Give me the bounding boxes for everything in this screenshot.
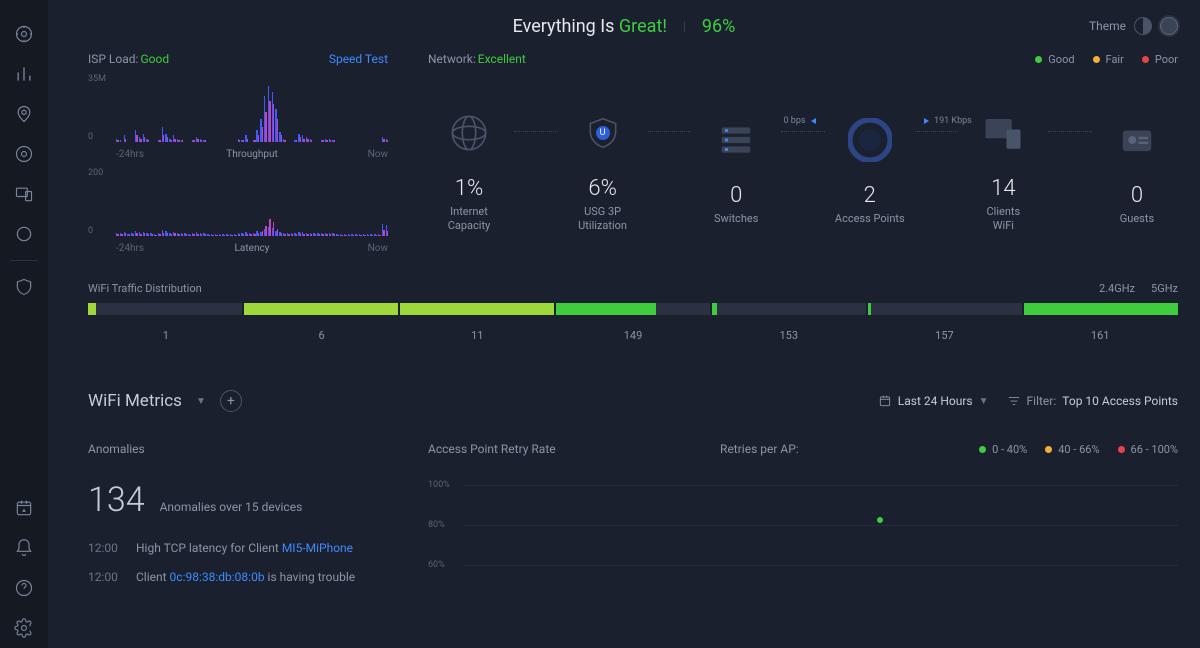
topo-usg[interactable]: U 6% USG 3PUtilization bbox=[562, 110, 644, 234]
wifi-channel-bar[interactable] bbox=[1024, 303, 1178, 315]
calendar-icon bbox=[878, 394, 892, 408]
wifi-channel-bar[interactable] bbox=[88, 303, 242, 315]
topo-guests[interactable]: 0 Guests bbox=[1096, 117, 1178, 226]
add-widget-button[interactable]: + bbox=[220, 390, 242, 412]
topo-switches[interactable]: 0 Switches bbox=[695, 117, 777, 226]
theme-dark-icon[interactable] bbox=[1160, 17, 1178, 35]
nav-security-icon[interactable] bbox=[12, 275, 36, 299]
switch-icon bbox=[713, 117, 759, 163]
network-panel: Network: Excellent Good Fair Poor 1% Int… bbox=[428, 52, 1178, 262]
guest-icon bbox=[1114, 117, 1160, 163]
anomaly-client-link[interactable]: 0c:98:38:db:08:0b bbox=[170, 570, 265, 584]
wifi-channel-bar[interactable] bbox=[244, 303, 398, 315]
topo-clients[interactable]: 14 ClientsWiFi bbox=[962, 110, 1044, 234]
speed-test-link[interactable]: Speed Test bbox=[329, 52, 388, 66]
network-status: Excellent bbox=[478, 52, 526, 66]
time-range-selector[interactable]: Last 24 Hours ▼ bbox=[878, 394, 989, 408]
isp-load-panel: ISP Load: Good Speed Test 35M 0 -24hrs T… bbox=[88, 52, 388, 262]
nav-help-icon[interactable] bbox=[12, 576, 36, 600]
nav-stats-icon[interactable] bbox=[12, 62, 36, 86]
topo-aps[interactable]: 2 Access Points bbox=[829, 117, 911, 226]
topbar: Everything Is Great! | 96% Theme bbox=[48, 0, 1200, 52]
theme-light-icon[interactable] bbox=[1134, 17, 1152, 35]
wifi-distribution-panel: WiFi Traffic Distribution 2.4GHz 5GHz 16… bbox=[48, 262, 1200, 342]
anomaly-client-link[interactable]: MI5-MiPhone bbox=[282, 541, 353, 555]
nav-map-icon[interactable] bbox=[12, 102, 36, 126]
panel-dropdown-icon[interactable]: ▼ bbox=[196, 396, 206, 407]
throughput-chart: 35M 0 -24hrs Throughput Now bbox=[88, 74, 388, 160]
status-headline: Everything Is Great! bbox=[513, 16, 667, 37]
anomaly-row: 12:00Client 0c:98:38:db:08:0b is having … bbox=[88, 563, 388, 592]
panel-title: WiFi Metrics bbox=[88, 391, 182, 411]
retry-chart: 100%80%60% bbox=[428, 480, 1178, 600]
sidebar-divider bbox=[10, 260, 38, 261]
filter-icon bbox=[1007, 394, 1021, 408]
anomaly-row: 12:00High TCP latency for Client MI5-MiP… bbox=[88, 534, 388, 563]
wifi-channel-bar[interactable] bbox=[400, 303, 554, 315]
main-content: Everything Is Great! | 96% Theme ISP Loa… bbox=[48, 0, 1200, 648]
nav-devices-icon[interactable] bbox=[12, 142, 36, 166]
retry-rate-widget: Access Point Retry Rate Retries per AP: … bbox=[428, 442, 1178, 600]
nav-alerts-icon[interactable] bbox=[12, 536, 36, 560]
nav-settings-icon[interactable] bbox=[12, 616, 36, 640]
topo-internet[interactable]: 1% InternetCapacity bbox=[428, 110, 510, 234]
filter-selector[interactable]: Filter: Top 10 Access Points bbox=[1007, 394, 1178, 408]
network-legend: Good Fair Poor bbox=[1035, 53, 1178, 66]
nav-clients-icon[interactable] bbox=[12, 182, 36, 206]
latency-chart: 200 0 -24hrs Latency Now bbox=[88, 168, 388, 254]
shield-icon: U bbox=[580, 110, 626, 156]
wifi-metrics-panel: WiFi Metrics ▼ + Last 24 Hours ▼ Filter:… bbox=[48, 390, 1200, 600]
globe-icon bbox=[446, 110, 492, 156]
topology-row: 1% InternetCapacity U 6% USG 3PUtilizati… bbox=[428, 110, 1178, 234]
nav-insights-icon[interactable] bbox=[12, 222, 36, 246]
anomalies-widget: Anomalies 134 Anomalies over 15 devices … bbox=[88, 442, 388, 600]
nav-events-icon[interactable] bbox=[12, 496, 36, 520]
wifi-channel-bar[interactable] bbox=[556, 303, 710, 315]
isp-status: Good bbox=[140, 52, 169, 66]
ap-icon bbox=[847, 117, 893, 163]
retry-legend: 0 - 40% 40 - 66% 66 - 100% bbox=[979, 443, 1178, 456]
sidebar bbox=[0, 0, 48, 648]
wifi-channel-bar[interactable] bbox=[868, 303, 1022, 315]
anomaly-count: 134 bbox=[88, 480, 145, 520]
theme-control: Theme bbox=[1089, 17, 1178, 35]
health-score: 96% bbox=[702, 16, 735, 37]
clients-icon bbox=[980, 110, 1026, 156]
nav-dashboard-icon[interactable] bbox=[12, 22, 36, 46]
wifi-channel-bar[interactable] bbox=[712, 303, 866, 315]
